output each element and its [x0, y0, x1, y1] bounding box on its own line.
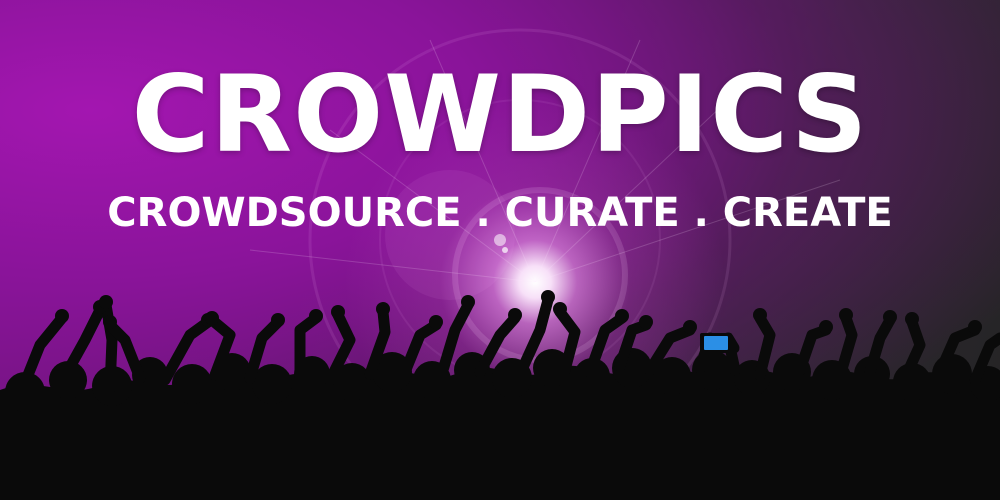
banner: CROWDPICS CROWDSOURCE . CURATE . CREATE [0, 0, 1000, 500]
crowd-silhouette [0, 290, 1000, 500]
phone-screen-icon [704, 336, 728, 350]
